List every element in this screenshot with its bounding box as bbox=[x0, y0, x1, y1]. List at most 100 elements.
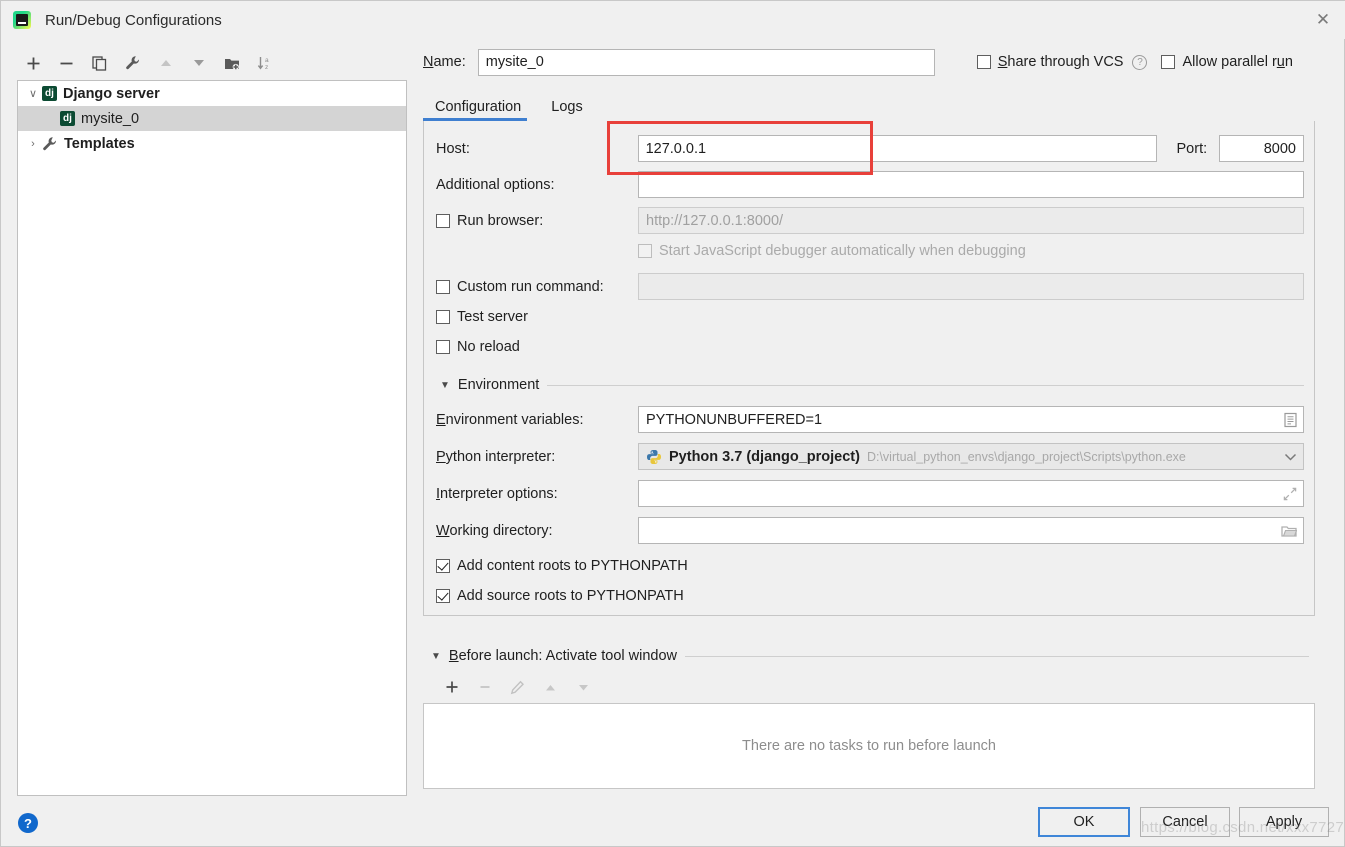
new-folder-button[interactable] bbox=[215, 50, 248, 76]
python-interpreter-label: Python interpreter: bbox=[436, 448, 556, 465]
environment-variables-label: Environment variables: bbox=[436, 411, 584, 428]
chevron-down-icon[interactable] bbox=[1284, 452, 1297, 461]
share-through-vcs-checkbox[interactable]: Share through VCS bbox=[976, 54, 1124, 70]
python-interpreter-path: D:\virtual_python_envs\django_project\Sc… bbox=[866, 449, 1186, 464]
remove-configuration-button[interactable] bbox=[50, 50, 83, 76]
start-js-debugger-checkbox[interactable]: Start JavaScript debugger automatically … bbox=[638, 243, 1026, 259]
django-icon: dj bbox=[60, 111, 75, 126]
tree-node-mysite-0[interactable]: dj mysite_0 bbox=[18, 106, 406, 131]
chevron-down-icon[interactable]: ∨ bbox=[24, 87, 42, 100]
checkbox-box[interactable] bbox=[436, 340, 450, 354]
add-configuration-button[interactable] bbox=[17, 50, 50, 76]
add-source-roots-label: Add source roots to PYTHONPATH bbox=[457, 588, 684, 604]
checkbox-box[interactable] bbox=[436, 589, 450, 603]
tree-node-django-server[interactable]: ∨ dj Django server bbox=[18, 81, 406, 106]
edit-templates-wrench-button[interactable] bbox=[116, 50, 149, 76]
no-reload-label: No reload bbox=[457, 339, 520, 355]
django-icon: dj bbox=[42, 86, 57, 101]
before-launch-header[interactable]: ▼ Before launch: Activate tool window bbox=[431, 648, 1309, 664]
working-directory-input[interactable] bbox=[638, 517, 1304, 544]
checkbox-box[interactable] bbox=[638, 244, 652, 258]
python-interpreter-value: Python 3.7 (django_project) bbox=[669, 448, 860, 465]
custom-run-command-checkbox[interactable]: Custom run command: bbox=[436, 279, 638, 295]
working-directory-label: Working directory: bbox=[436, 522, 553, 539]
no-tasks-message: There are no tasks to run before launch bbox=[742, 738, 996, 754]
move-task-down-button[interactable] bbox=[567, 675, 600, 699]
run-browser-checkbox[interactable]: Run browser: bbox=[436, 213, 638, 229]
share-through-vcs-label: Share through VCS bbox=[997, 54, 1124, 70]
environment-section-title: Environment bbox=[457, 377, 540, 393]
environment-variables-input[interactable]: PYTHONUNBUFFERED=1 bbox=[638, 406, 1304, 433]
working-directory-row: Working directory: bbox=[436, 517, 1304, 544]
expand-icon[interactable] bbox=[1283, 487, 1297, 501]
before-launch-toolbar bbox=[435, 675, 600, 699]
interpreter-options-label: Interpreter options: bbox=[436, 485, 558, 502]
additional-options-input[interactable] bbox=[638, 171, 1304, 198]
tree-node-label: Templates bbox=[64, 135, 135, 152]
list-editor-icon[interactable] bbox=[1284, 412, 1297, 427]
window-title: Run/Debug Configurations bbox=[45, 11, 222, 29]
chevron-right-icon[interactable]: › bbox=[24, 138, 42, 150]
move-down-button[interactable] bbox=[182, 50, 215, 76]
environment-section-header[interactable]: ▼ Environment bbox=[440, 377, 1304, 393]
checkbox-box[interactable] bbox=[436, 310, 450, 324]
environment-variables-row: Environment variables: PYTHONUNBUFFERED=… bbox=[436, 406, 1304, 433]
port-label: Port: bbox=[1176, 140, 1208, 157]
run-browser-url-input[interactable]: http://127.0.0.1:8000/ bbox=[638, 207, 1304, 234]
section-divider bbox=[685, 655, 1309, 657]
ok-button-label: OK bbox=[1073, 814, 1095, 830]
tree-node-label: mysite_0 bbox=[81, 110, 140, 127]
before-launch-tasks-list[interactable]: There are no tasks to run before launch bbox=[423, 703, 1315, 789]
move-up-button[interactable] bbox=[149, 50, 182, 76]
help-icon[interactable]: ? bbox=[18, 813, 38, 833]
python-interpreter-select[interactable]: Python 3.7 (django_project) D:\virtual_p… bbox=[638, 443, 1304, 470]
close-icon[interactable]: ✕ bbox=[1300, 1, 1345, 39]
host-label: Host: bbox=[436, 140, 470, 157]
wrench-icon bbox=[42, 136, 58, 152]
start-js-debugger-label: Start JavaScript debugger automatically … bbox=[659, 243, 1026, 259]
environment-variables-value: PYTHONUNBUFFERED=1 bbox=[646, 411, 823, 428]
configurations-tree[interactable]: ∨ dj Django server dj mysite_0 › Templat… bbox=[17, 80, 407, 796]
checkbox-box[interactable] bbox=[1161, 55, 1176, 69]
tab-label: Configuration bbox=[435, 98, 522, 115]
configuration-panel: Host: 127.0.0.1 Port: 8000 Additional op… bbox=[423, 121, 1315, 616]
add-source-roots-checkbox[interactable]: Add source roots to PYTHONPATH bbox=[436, 588, 684, 604]
tab-bar: Configuration Logs bbox=[423, 91, 1315, 121]
tab-logs[interactable]: Logs bbox=[539, 92, 600, 121]
copy-configuration-button[interactable] bbox=[83, 50, 116, 76]
help-icon[interactable]: ? bbox=[1132, 54, 1148, 70]
allow-parallel-run-checkbox[interactable]: Allow parallel run bbox=[1161, 54, 1293, 70]
run-debug-configurations-dialog: Run/Debug Configurations ✕ a z ∨ dj Djan… bbox=[0, 0, 1345, 847]
checkbox-box[interactable] bbox=[436, 279, 450, 294]
tree-node-templates[interactable]: › Templates bbox=[18, 131, 406, 156]
no-reload-checkbox[interactable]: No reload bbox=[436, 339, 520, 355]
allow-parallel-run-label: Allow parallel run bbox=[1182, 54, 1293, 70]
test-server-label: Test server bbox=[457, 309, 528, 325]
add-content-roots-checkbox[interactable]: Add content roots to PYTHONPATH bbox=[436, 558, 688, 574]
start-js-debugger-row: Start JavaScript debugger automatically … bbox=[638, 243, 1026, 259]
checkbox-box[interactable] bbox=[976, 55, 991, 69]
custom-run-command-input[interactable] bbox=[638, 273, 1304, 300]
name-input[interactable]: mysite_0 bbox=[477, 48, 935, 76]
add-task-button[interactable] bbox=[435, 675, 468, 699]
host-input[interactable]: 127.0.0.1 bbox=[637, 135, 1157, 162]
edit-task-button[interactable] bbox=[501, 675, 534, 699]
ok-button[interactable]: OK bbox=[1038, 807, 1130, 837]
before-launch-title: Before launch: Activate tool window bbox=[448, 648, 678, 664]
run-browser-row: Run browser: http://127.0.0.1:8000/ bbox=[436, 207, 1304, 234]
tab-configuration[interactable]: Configuration bbox=[423, 92, 539, 121]
port-input[interactable]: 8000 bbox=[1219, 135, 1304, 162]
triangle-down-icon[interactable]: ▼ bbox=[431, 651, 441, 662]
folder-icon[interactable] bbox=[1281, 524, 1297, 537]
remove-task-button[interactable] bbox=[468, 675, 501, 699]
test-server-checkbox[interactable]: Test server bbox=[436, 309, 528, 325]
host-row: Host: 127.0.0.1 Port: 8000 bbox=[436, 135, 1304, 162]
sort-alphabetically-button[interactable]: a z bbox=[248, 50, 281, 76]
title-bar: Run/Debug Configurations ✕ bbox=[1, 1, 1345, 39]
name-label: Name: bbox=[423, 54, 466, 70]
move-task-up-button[interactable] bbox=[534, 675, 567, 699]
checkbox-box[interactable] bbox=[436, 559, 450, 573]
triangle-down-icon[interactable]: ▼ bbox=[440, 380, 450, 391]
checkbox-box[interactable] bbox=[436, 213, 450, 228]
interpreter-options-input[interactable] bbox=[638, 480, 1304, 507]
